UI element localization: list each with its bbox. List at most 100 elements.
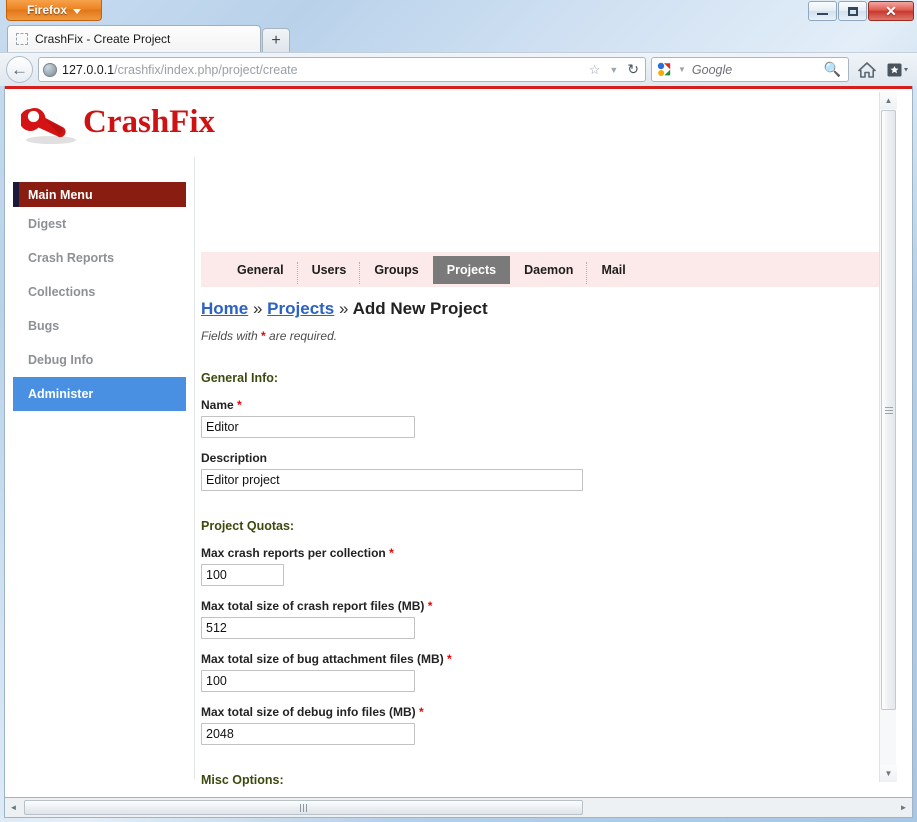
label-text: Max total size of bug attachment files (… [201, 652, 444, 666]
tab-daemon[interactable]: Daemon [510, 256, 588, 284]
firefox-menu-label: Firefox [26, 3, 67, 17]
vertical-scroll-thumb[interactable] [881, 110, 896, 710]
admin-tab-bar: General Users Groups Projects Daemon Mai… [201, 252, 896, 287]
tab-mail[interactable]: Mail [587, 256, 639, 284]
chevron-down-icon [73, 8, 81, 14]
page-title: Add New Project [352, 299, 488, 318]
section-title-general-info: General Info: [201, 371, 279, 385]
scroll-right-arrow[interactable]: ► [895, 799, 912, 817]
scroll-left-arrow[interactable]: ◄ [5, 799, 22, 817]
crashfix-page: CrashFix Main Menu Digest Crash Reports … [5, 89, 897, 787]
breadcrumb-link-projects[interactable]: Projects [267, 299, 334, 318]
back-button[interactable]: ← [6, 56, 33, 83]
tab-groups[interactable]: Groups [360, 256, 432, 284]
tab-label: Mail [601, 262, 626, 277]
breadcrumb-separator: » [252, 299, 263, 318]
url-bar[interactable]: 127.0.0.1/crashfix/index.php/project/cre… [38, 57, 646, 82]
name-input[interactable] [201, 416, 415, 438]
url-path: /crashfix/index.php/project/create [114, 62, 298, 77]
wrench-logo-icon [19, 103, 79, 145]
chevron-down-icon[interactable]: ▼ [607, 65, 620, 75]
label-text: Max crash reports per collection [201, 546, 386, 560]
max-bug-attachment-files-input[interactable] [201, 670, 415, 692]
vertical-scrollbar[interactable]: ▲ ▼ [879, 92, 897, 782]
tab-label: General [237, 262, 284, 277]
main-content: General Users Groups Projects Daemon Mai… [195, 157, 896, 787]
required-star: * [447, 652, 452, 666]
globe-icon [43, 62, 57, 77]
sidebar: Main Menu Digest Crash Reports Collectio… [5, 157, 195, 779]
plus-icon: + [271, 31, 281, 49]
sidebar-item-administer[interactable]: Administer [13, 377, 186, 411]
search-icon[interactable]: 🔍 [822, 61, 843, 78]
required-star: * [419, 705, 424, 719]
page-body: Home » Projects » Add New Project Fields… [201, 299, 896, 797]
favicon-placeholder-icon [16, 33, 28, 45]
max-crash-report-files-input[interactable] [201, 617, 415, 639]
sidebar-header: Main Menu [13, 182, 186, 207]
browser-tab-crashfix[interactable]: CrashFix - Create Project [7, 25, 261, 52]
tab-users[interactable]: Users [298, 256, 361, 284]
home-icon[interactable] [854, 57, 880, 83]
sidebar-item-digest[interactable]: Digest [13, 207, 186, 241]
horizontal-scroll-thumb[interactable] [24, 800, 583, 815]
page-viewport: CrashFix Main Menu Digest Crash Reports … [4, 86, 913, 798]
sidebar-item-label: Digest [28, 217, 67, 231]
url-host: 127.0.0.1 [62, 62, 115, 77]
sidebar-item-label: Collections [28, 285, 96, 299]
sidebar-item-label: Debug Info [28, 353, 94, 367]
maximize-button[interactable] [838, 1, 867, 21]
breadcrumb-separator: » [339, 299, 349, 318]
back-arrow-icon: ← [11, 60, 28, 79]
breadcrumb-link-home[interactable]: Home [201, 299, 248, 318]
sidebar-header-label: Main Menu [28, 187, 93, 202]
site-header: CrashFix [5, 89, 896, 157]
description-input[interactable] [201, 469, 583, 491]
close-icon: ✕ [885, 3, 897, 19]
tab-general[interactable]: General [223, 256, 298, 284]
tab-strip: CrashFix - Create Project + [0, 22, 917, 52]
label-name: Name * [201, 398, 896, 412]
firefox-menu-button[interactable]: Firefox [6, 0, 102, 21]
sidebar-item-label: Bugs [28, 319, 60, 333]
bookmark-star-icon[interactable]: ☆ [587, 62, 603, 78]
max-reports-per-collection-input[interactable] [201, 564, 284, 586]
maximize-icon [847, 6, 858, 16]
tab-label: Users [311, 262, 347, 277]
scroll-up-arrow[interactable]: ▲ [880, 92, 897, 109]
label-text: Description [201, 451, 268, 465]
bookmarks-icon[interactable] [885, 57, 911, 83]
label-max-bug-attachment-files: Max total size of bug attachment files (… [201, 652, 896, 666]
label-max-reports-per-collection: Max crash reports per collection * [201, 546, 896, 560]
label-text: Max total size of debug info files (MB) [201, 705, 416, 719]
required-star: * [237, 398, 242, 412]
new-tab-button[interactable]: + [262, 28, 290, 52]
url-text: 127.0.0.1/crashfix/index.php/project/cre… [62, 63, 582, 77]
close-button[interactable]: ✕ [868, 1, 914, 21]
minimize-button[interactable] [808, 1, 837, 21]
minimize-icon [817, 13, 828, 15]
sidebar-item-debug-info[interactable]: Debug Info [13, 343, 186, 377]
tab-label: Projects [446, 262, 497, 277]
google-logo-icon [657, 62, 672, 77]
reload-icon[interactable]: ↻ [625, 61, 641, 78]
required-note-after: are required. [265, 329, 338, 343]
tab-label: Groups [374, 262, 419, 277]
max-debug-info-files-input[interactable] [201, 723, 415, 745]
breadcrumb: Home » Projects » Add New Project [201, 299, 896, 319]
browser-tab-title: CrashFix - Create Project [35, 32, 171, 46]
label-text: Name [201, 398, 234, 412]
brand-name: CrashFix [83, 104, 215, 140]
search-input[interactable]: Google [692, 63, 818, 77]
sidebar-item-bugs[interactable]: Bugs [13, 309, 186, 343]
tab-projects[interactable]: Projects [432, 255, 511, 284]
sidebar-item-crash-reports[interactable]: Crash Reports [13, 241, 186, 275]
label-description: Description [201, 451, 896, 465]
sidebar-item-collections[interactable]: Collections [13, 275, 186, 309]
navigation-toolbar: ← 127.0.0.1/crashfix/index.php/project/c… [0, 52, 917, 86]
section-title-misc-options: Misc Options: [201, 773, 284, 787]
horizontal-scrollbar[interactable]: ◄ ► [4, 798, 913, 818]
search-bar[interactable]: ▼ Google 🔍 [651, 57, 849, 82]
chevron-down-icon[interactable]: ▼ [676, 65, 688, 74]
scroll-down-arrow[interactable]: ▼ [880, 765, 897, 782]
